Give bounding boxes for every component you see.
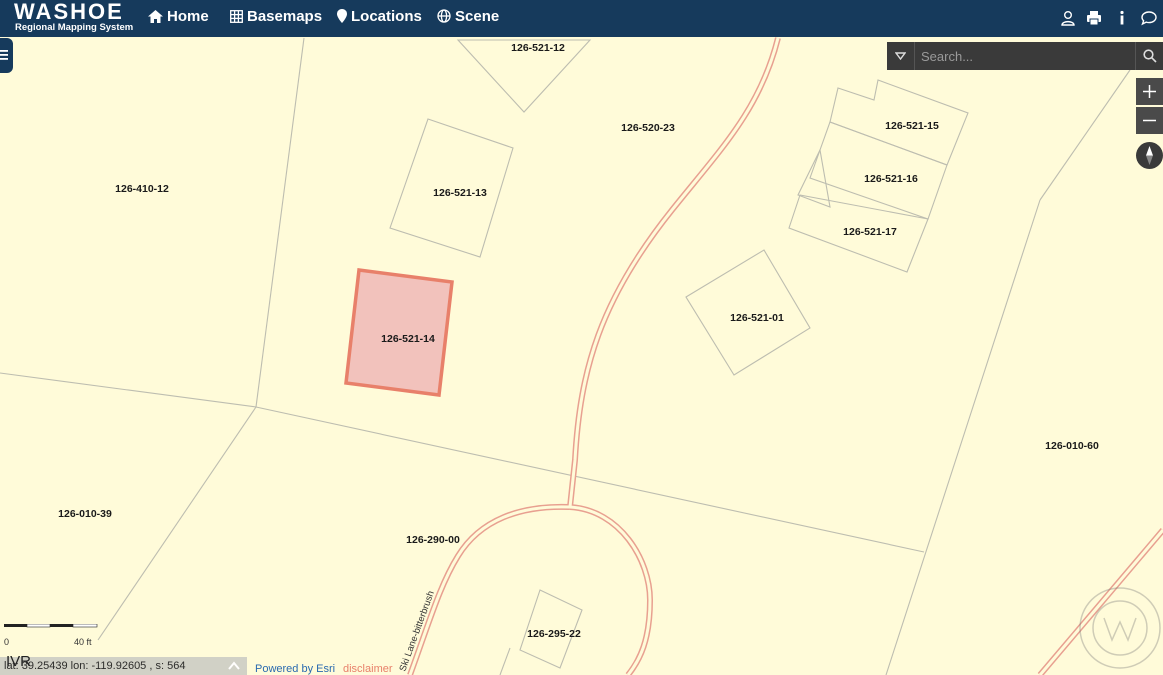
home-icon [148,9,163,23]
menu-icon [0,50,8,60]
parcel-label: 126-295-22 [527,628,581,640]
print-icon[interactable] [1086,10,1102,26]
chevron-down-icon [895,52,906,60]
info-icon[interactable] [1114,10,1130,26]
search-button[interactable] [1135,42,1163,70]
search-dropdown[interactable] [887,42,915,70]
map-pin-icon [337,9,347,23]
nav-label: Home [167,7,209,25]
coordinates-bar: lat: 39.25439 lon: -119.92605 , s: 564 [0,657,247,675]
nav-label: Locations [351,7,422,25]
nav-scene[interactable]: Scene [437,6,499,26]
powered-by-esri-link[interactable]: Powered by Esri [255,663,335,675]
scale-bar: 0 40 ft [4,624,98,652]
user-icon[interactable] [1060,10,1076,26]
top-bar: WASHOE Regional Mapping System Home Base… [0,0,1163,37]
nav-locations[interactable]: Locations [337,6,422,26]
globe-icon [437,9,451,23]
brand-subtitle: Regional Mapping System [15,22,134,33]
chevron-up-icon[interactable] [227,659,241,673]
minus-icon [1143,119,1156,122]
nav-home[interactable]: Home [148,6,209,26]
parcel-label: 126-290-00 [406,534,460,546]
chat-icon[interactable] [1141,10,1157,26]
parcel-label: 126-010-60 [1045,440,1099,452]
disclaimer-link[interactable]: disclaimer [343,663,393,675]
scale-label-distance: 40 ft [74,637,92,647]
parcel-label: 126-521-01 [730,312,784,324]
parcel-label: 126-520-23 [621,122,675,134]
map-canvas[interactable]: 126-521-12 126-520-23 126-521-15 126-521… [0,0,1163,675]
compass-button[interactable] [1136,142,1163,169]
nav-label: Basemaps [247,7,323,25]
plus-icon [1143,85,1156,98]
parcel-label: 126-410-12 [115,183,169,195]
coordinates-readout: lat: 39.25439 lon: -119.92605 , s: 564 [4,660,186,672]
parcel-label: 126-521-14 [381,333,435,345]
search-icon [1143,49,1157,63]
search-box [887,42,1163,70]
watermark-text: IVR [6,653,32,670]
nav-label: Scene [455,7,500,25]
compass-icon [1146,146,1153,165]
parcel-label: 126-521-12 [511,42,565,54]
grid-icon [230,9,243,23]
zoom-out-button[interactable] [1136,107,1163,134]
parcel-label: 126-521-15 [885,120,939,132]
scale-label-zero: 0 [4,637,10,647]
sidebar-toggle[interactable] [0,38,13,73]
search-input[interactable] [915,42,1133,70]
zoom-in-button[interactable] [1136,78,1163,105]
parcel-label: 126-521-16 [864,173,918,185]
parcel-label: 126-521-17 [843,226,897,238]
nav-basemaps[interactable]: Basemaps [230,6,322,26]
parcel-label: 126-010-39 [58,508,112,520]
parcel-label: 126-521-13 [433,187,487,199]
